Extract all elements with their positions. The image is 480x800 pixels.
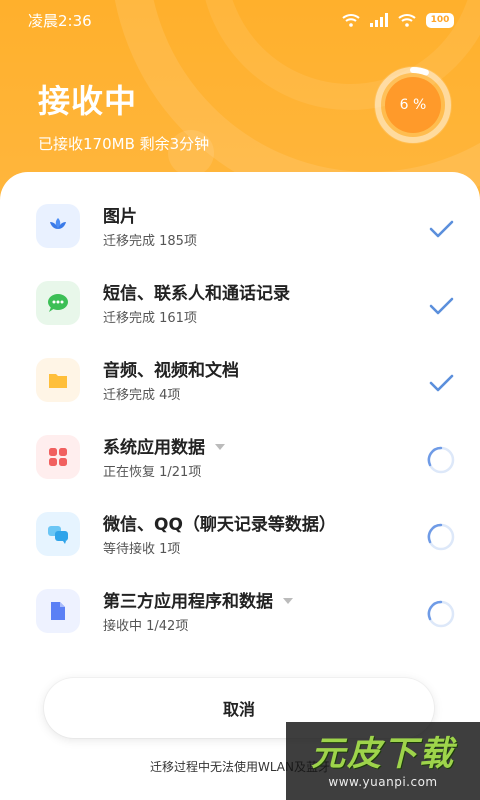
list-item[interactable]: 微信、QQ（聊天记录等数据） 等待接收 1项 <box>0 496 480 573</box>
check-icon <box>429 220 454 238</box>
item-status <box>426 214 456 244</box>
wifi-icon <box>342 14 360 27</box>
list-item[interactable]: 第三方应用程序和数据接收中 1/42项 <box>0 573 480 650</box>
apps-grid-icon <box>36 435 80 479</box>
item-title-text: 微信、QQ（聊天记录等数据） <box>103 515 336 535</box>
item-title-text: 音频、视频和文档 <box>103 361 239 381</box>
status-icons: 100 <box>342 12 454 28</box>
loading-spinner-icon <box>427 523 455 551</box>
item-status <box>426 368 456 398</box>
item-title: 系统应用数据 <box>103 433 225 458</box>
item-title: 第三方应用程序和数据 <box>103 587 293 612</box>
dropdown-caret-icon[interactable] <box>283 597 293 604</box>
battery-icon: 100 <box>426 12 454 28</box>
watermark-logo: 元皮下载 www.yuanpi.com <box>286 722 480 800</box>
item-subtitle: 正在恢复 1/21项 <box>103 465 202 480</box>
item-subtitle: 迁移完成 185项 <box>103 234 197 249</box>
check-icon <box>429 374 454 392</box>
item-title: 音频、视频和文档 <box>103 356 239 381</box>
item-subtitle: 等待接收 1项 <box>103 542 181 557</box>
loading-spinner-icon <box>427 446 455 474</box>
folder-icon <box>36 358 80 402</box>
wifi-icon <box>398 14 416 27</box>
watermark-url: www.yuanpi.com <box>328 775 438 789</box>
message-icon <box>36 281 80 325</box>
transfer-card: 图片 迁移完成 185项 短信、联系人和通话记录 迁移完成 161项 音频、视频和文档迁… <box>0 172 480 800</box>
list-item[interactable]: 短信、联系人和通话记录迁移完成 161项 <box>0 265 480 342</box>
item-title: 短信、联系人和通话记录 <box>103 279 290 304</box>
item-title-text: 短信、联系人和通话记录 <box>103 284 290 304</box>
status-time: 凌晨2:36 <box>28 11 92 30</box>
item-status <box>426 522 456 552</box>
item-title-text: 系统应用数据 <box>103 438 205 458</box>
list-item[interactable]: 音频、视频和文档迁移完成 4项 <box>0 342 480 419</box>
status-bar: 凌晨2:36 100 <box>0 0 480 40</box>
page-title: 接收中 <box>38 82 138 120</box>
progress-percent: 6 % <box>399 97 427 113</box>
list-item[interactable]: 系统应用数据正在恢复 1/21项 <box>0 419 480 496</box>
item-status <box>426 599 456 629</box>
item-subtitle: 迁移完成 4项 <box>103 388 181 403</box>
item-subtitle: 接收中 1/42项 <box>103 619 189 634</box>
chat-bubbles-icon <box>36 512 80 556</box>
item-status <box>426 291 456 321</box>
item-status <box>426 445 456 475</box>
watermark-title: 元皮下载 <box>311 734 455 774</box>
item-title: 图片 <box>103 202 137 227</box>
list-item[interactable]: 图片迁移完成 185项 <box>0 188 480 265</box>
header: 凌晨2:36 100 接收中 已接收170MB 剩余3分钟 6 % <box>0 0 480 200</box>
file-icon <box>36 589 80 633</box>
photos-icon <box>36 204 80 248</box>
item-title: 微信、QQ（聊天记录等数据） <box>103 510 336 535</box>
transfer-summary: 已接收170MB 剩余3分钟 <box>38 135 210 153</box>
item-title-text: 图片 <box>103 207 137 227</box>
item-title-text: 第三方应用程序和数据 <box>103 592 273 612</box>
signal-icon <box>370 13 388 27</box>
item-subtitle: 迁移完成 161项 <box>103 311 197 326</box>
check-icon <box>429 297 454 315</box>
dropdown-caret-icon[interactable] <box>215 443 225 450</box>
loading-spinner-icon <box>427 600 455 628</box>
